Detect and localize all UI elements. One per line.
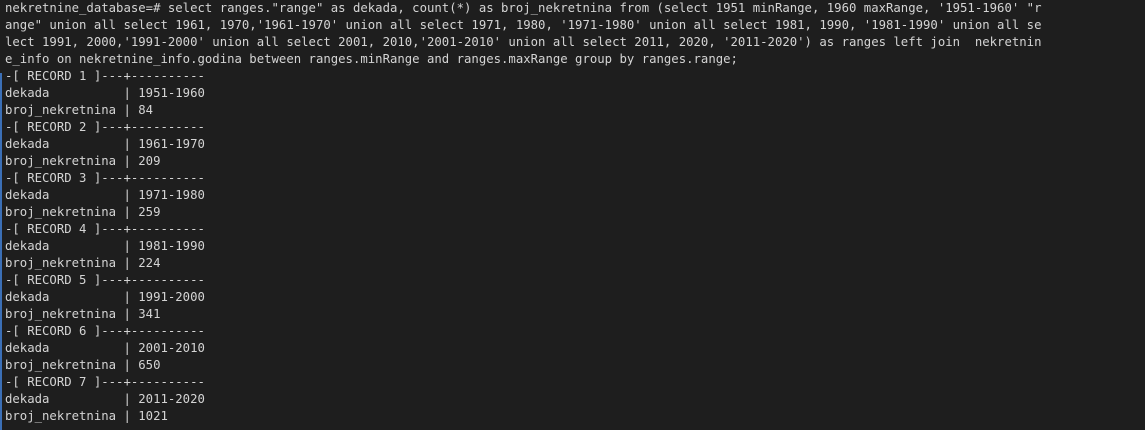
record-field-dekada: dekada | 1961-1970	[5, 137, 205, 151]
terminal-window[interactable]: nekretnine_database=# select ranges."ran…	[0, 0, 1145, 430]
record-field-dekada: dekada | 1951-1960	[5, 86, 205, 100]
record-field-broj: broj_nekretnina | 209	[5, 154, 161, 168]
record: -[ RECORD 4 ]---+---------- dekada | 198…	[5, 221, 1145, 272]
record-header: -[ RECORD 6 ]---+----------	[5, 324, 205, 338]
record-field-broj: broj_nekretnina | 259	[5, 205, 161, 219]
record-field-broj: broj_nekretnina | 650	[5, 358, 161, 372]
record-header: -[ RECORD 4 ]---+----------	[5, 222, 205, 236]
record-field-dekada: dekada | 1981-1990	[5, 239, 205, 253]
record-header: -[ RECORD 2 ]---+----------	[5, 120, 205, 134]
record-header: -[ RECORD 3 ]---+----------	[5, 171, 205, 185]
record-header: -[ RECORD 7 ]---+----------	[5, 375, 205, 389]
scroll-marker-bar	[0, 73, 2, 430]
record-field-broj: broj_nekretnina | 224	[5, 256, 161, 270]
record-field-dekada: dekada | 2011-2020	[5, 392, 205, 406]
record: -[ RECORD 2 ]---+---------- dekada | 196…	[5, 119, 1145, 170]
record: -[ RECORD 7 ]---+---------- dekada | 201…	[5, 374, 1145, 425]
record: -[ RECORD 5 ]---+---------- dekada | 199…	[5, 272, 1145, 323]
command-line: nekretnine_database=# select ranges."ran…	[5, 1, 1042, 15]
record: -[ RECORD 1 ]---+---------- dekada | 195…	[5, 68, 1145, 119]
command-line: e_info on nekretnine_info.godina between…	[5, 52, 738, 66]
query-output: -[ RECORD 1 ]---+---------- dekada | 195…	[5, 68, 1145, 425]
command-line: lect 1991, 2000,'1991-2000' union all se…	[5, 35, 1042, 49]
record-field-dekada: dekada | 1991-2000	[5, 290, 205, 304]
command-line: ange" union all select 1961, 1970,'1961-…	[5, 18, 1042, 32]
record-field-broj: broj_nekretnina | 84	[5, 103, 154, 117]
record: -[ RECORD 3 ]---+---------- dekada | 197…	[5, 170, 1145, 221]
record: -[ RECORD 6 ]---+---------- dekada | 200…	[5, 323, 1145, 374]
record-field-broj: broj_nekretnina | 341	[5, 307, 161, 321]
record-field-dekada: dekada | 1971-1980	[5, 188, 205, 202]
record-field-dekada: dekada | 2001-2010	[5, 341, 205, 355]
record-header: -[ RECORD 1 ]---+----------	[5, 69, 205, 83]
record-field-broj: broj_nekretnina | 1021	[5, 409, 168, 423]
record-header: -[ RECORD 5 ]---+----------	[5, 273, 205, 287]
command-block: nekretnine_database=# select ranges."ran…	[5, 0, 1145, 68]
